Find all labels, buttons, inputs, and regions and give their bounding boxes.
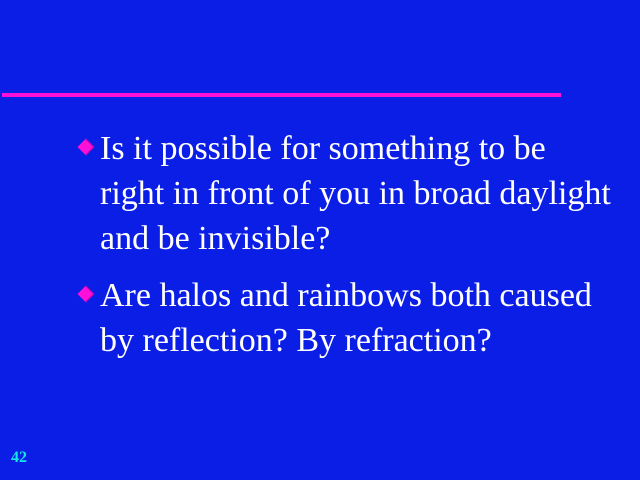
page-number: 42 xyxy=(11,449,27,466)
title-divider-line xyxy=(2,93,561,97)
bullet-text: Is it possible for something to be right… xyxy=(100,130,611,257)
bullet-item: Are halos and rainbows both caused by re… xyxy=(77,273,618,363)
bullet-item: Is it possible for something to be right… xyxy=(77,126,618,261)
bullet-text: Are halos and rainbows both caused by re… xyxy=(100,277,592,359)
diamond-bullet-icon xyxy=(77,285,95,303)
bullet-list: Is it possible for something to be right… xyxy=(77,126,618,375)
diamond-bullet-icon xyxy=(77,138,95,156)
slide: Is it possible for something to be right… xyxy=(0,0,640,480)
